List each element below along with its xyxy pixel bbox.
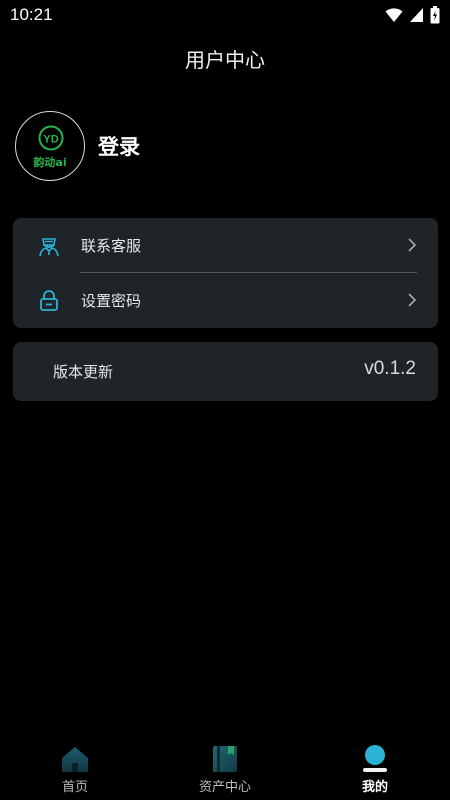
menu-item-label: 设置密码	[81, 292, 142, 310]
avatar-brand-text: 韵动ai	[33, 156, 67, 169]
wifi-icon	[385, 8, 403, 22]
battery-icon	[430, 6, 440, 24]
menu-item-set-password[interactable]: 设置密码	[13, 273, 438, 328]
signal-icon	[410, 8, 423, 22]
chevron-right-icon	[408, 238, 417, 252]
yd-logo-icon: YD	[38, 125, 64, 151]
customer-service-icon	[39, 238, 59, 257]
status-icons	[385, 6, 440, 24]
status-bar: 10:21	[0, 0, 450, 30]
nav-label: 资产中心	[198, 780, 251, 795]
nav-tab-home[interactable]: 首页	[30, 735, 120, 800]
bottom-nav: 首页 资产中心 我的	[0, 735, 450, 800]
profile-icon	[363, 745, 387, 772]
home-icon	[62, 747, 88, 772]
version-label: 版本更新	[53, 363, 114, 381]
svg-text:YD: YD	[43, 134, 58, 146]
nav-tab-mine[interactable]: 我的	[330, 735, 420, 800]
assets-icon	[213, 746, 237, 772]
nav-tab-assets[interactable]: 资产中心	[180, 735, 270, 800]
nav-label: 我的	[361, 780, 388, 795]
avatar[interactable]: YD 韵动ai	[15, 111, 85, 181]
status-time: 10:21	[10, 5, 53, 24]
menu-item-label: 联系客服	[81, 237, 142, 255]
login-link[interactable]: 登录	[98, 131, 140, 161]
user-center-screen: 10:21 用户中心 YD 韵动ai 登录 联系客服 设置密码 版本更新 v0.…	[0, 0, 450, 800]
lock-icon	[40, 290, 58, 311]
version-value: v0.1.2	[364, 358, 416, 379]
chevron-right-icon	[408, 293, 417, 307]
page-title: 用户中心	[185, 48, 265, 72]
menu-card: 联系客服 设置密码	[13, 218, 438, 328]
nav-label: 首页	[61, 780, 88, 795]
version-update-row[interactable]: 版本更新 v0.1.2	[13, 342, 438, 401]
menu-item-contact-support[interactable]: 联系客服	[13, 218, 438, 273]
